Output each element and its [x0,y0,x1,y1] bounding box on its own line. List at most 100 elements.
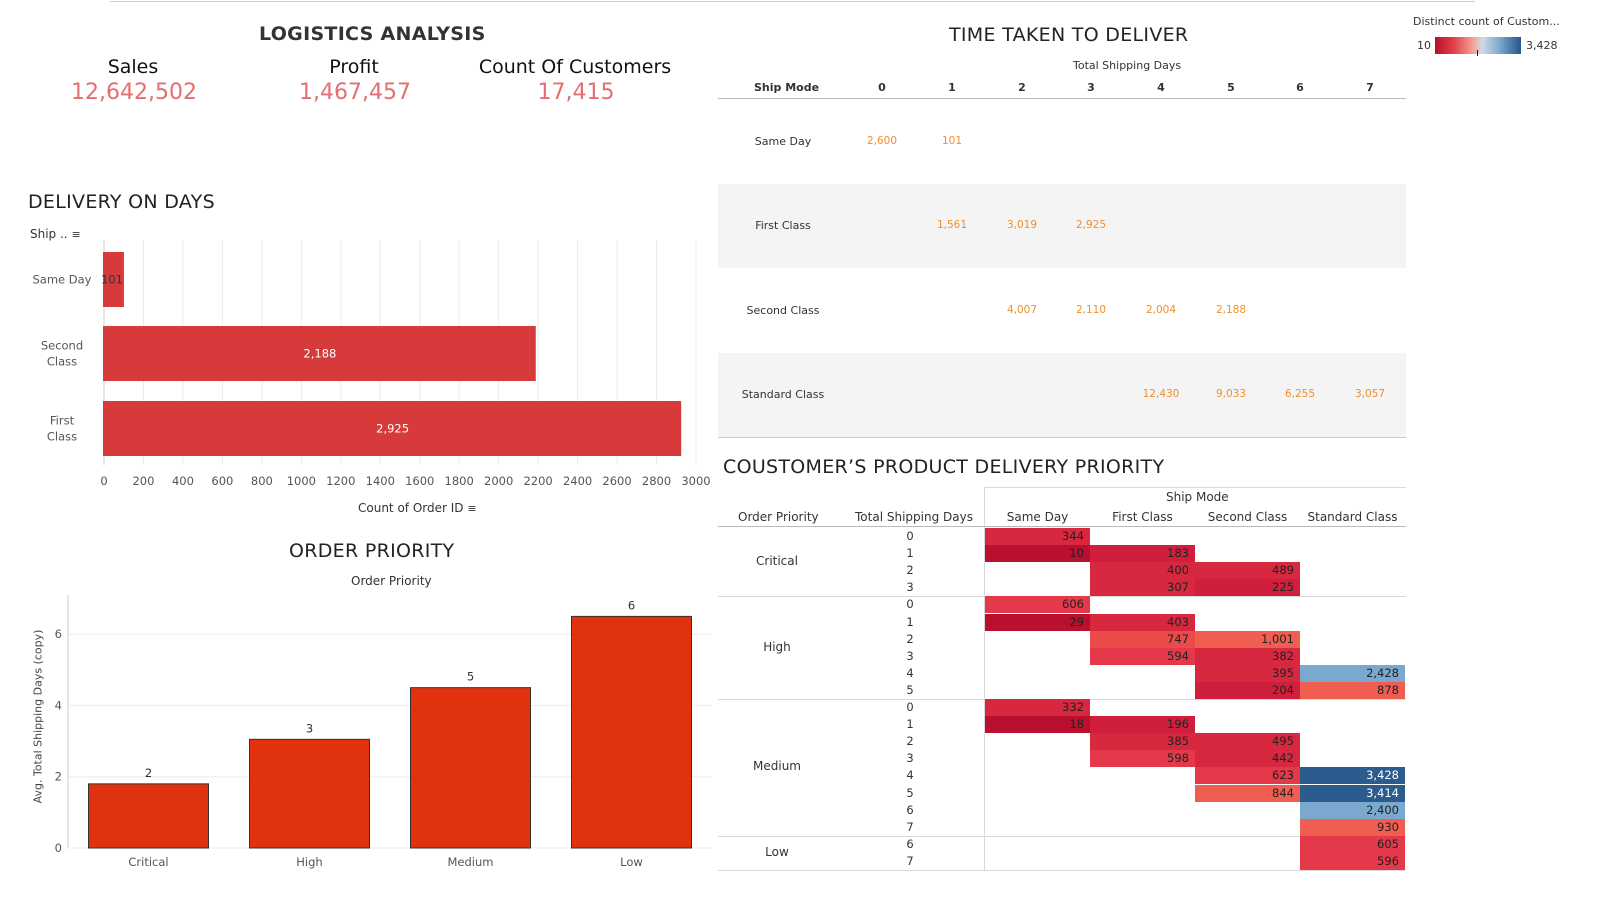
heatmap-cell[interactable]: 489 [1195,562,1300,580]
heatmap-cell[interactable]: 598 [1090,750,1195,768]
bar-value-label: 2,188 [303,347,336,361]
heatmap-cell[interactable]: 332 [985,699,1090,716]
heatmap-cell[interactable]: 307 [1090,579,1195,597]
time-taken-row-label: Same Day [754,135,812,148]
heatmap-cell[interactable]: 18 [985,716,1090,734]
time-taken-cell[interactable]: 2,600 [852,135,912,147]
time-taken-title: TIME TAKEN TO DELIVER [949,24,1189,46]
x-tick-label: 2200 [523,474,552,488]
order-priority-title: ORDER PRIORITY [289,540,455,562]
x-tick-label: 400 [172,474,194,488]
x-tick-label: 3000 [681,474,710,488]
time-taken-cell[interactable]: 2,188 [1201,304,1261,316]
heatmap-cell[interactable]: 596 [1300,852,1405,870]
kpi-customers-value: 17,415 [537,80,615,105]
time-taken-cell[interactable]: 6,255 [1270,388,1330,400]
heatmap-cell[interactable]: 183 [1090,545,1195,563]
bar-value-label: 6 [628,598,635,612]
heatmap-title: COUSTOMER’S PRODUCT DELIVERY PRIORITY [723,456,1165,478]
time-taken-cell[interactable]: 2,110 [1061,304,1121,316]
heatmap-day-label: 2 [906,563,914,578]
color-legend-bar[interactable] [1435,37,1521,54]
heatmap-cell[interactable]: 605 [1300,835,1405,853]
time-taken-cell[interactable]: 1,561 [922,219,982,231]
delivery-axis-header[interactable]: Ship .. ≡ [30,227,81,241]
y-tick-label: 4 [55,698,62,712]
bar-value-label: 2 [145,766,152,780]
heatmap-cell[interactable]: 495 [1195,733,1300,751]
heatmap-day-label: 5 [906,785,914,800]
time-taken-cell[interactable]: 3,019 [992,219,1052,231]
heatmap-cell[interactable]: 403 [1090,613,1195,631]
heatmap-cell[interactable]: 1,001 [1195,630,1300,648]
delivery-axis-header-label: Ship .. [30,227,68,241]
heatmap-day-label: 1 [906,614,914,629]
heatmap-cell[interactable]: 395 [1195,664,1300,682]
time-taken-cell[interactable]: 101 [922,135,982,147]
time-taken-cell[interactable]: 4,007 [992,304,1052,316]
heatmap-cell[interactable]: 382 [1195,647,1300,665]
heatmap-cell[interactable]: 844 [1195,784,1300,802]
heatmap-cell[interactable]: 623 [1195,767,1300,785]
legend-marker [1477,50,1478,56]
heatmap-day-label: 2 [906,734,914,749]
time-taken-cell[interactable]: 12,430 [1131,388,1191,400]
time-taken-row-label: Second Class [746,304,820,317]
heatmap-cell[interactable]: 442 [1195,750,1300,768]
kpi-profit-value: 1,467,457 [299,80,411,105]
time-taken-cell[interactable]: 3,057 [1340,388,1400,400]
x-tick-label: 2000 [484,474,513,488]
heatmap-cell[interactable]: 196 [1090,716,1195,734]
heatmap-cell[interactable]: 2,400 [1300,801,1405,819]
x-tick-label: 1400 [366,474,395,488]
time-taken-row-header: Ship Mode [754,81,820,94]
kpi-sales-label: Sales [107,56,159,78]
heatmap-cell[interactable]: 747 [1090,630,1195,648]
heatmap-cell[interactable]: 10 [985,545,1090,563]
heatmap-cell[interactable]: 385 [1090,733,1195,751]
heatmap-col-label: Same Day [1006,510,1069,524]
heatmap-cell[interactable]: 29 [985,613,1090,631]
bar-value-label: 101 [101,273,123,287]
heatmap-group-label: Medium [753,759,801,774]
bar-value-label: 3 [306,721,313,735]
heatmap-group-label: High [763,639,791,654]
time-taken-row-label: First Class [755,219,811,232]
delivery-xlabel-text: Count of Order ID [358,501,464,515]
x-tick-label: 0 [100,474,107,488]
heatmap-cell[interactable]: 2,428 [1300,664,1405,682]
heatmap-cell[interactable]: 204 [1195,681,1300,699]
x-tick-label: Critical [128,855,168,869]
heatmap-col-label: Standard Class [1307,510,1398,524]
heatmap-cell[interactable]: 606 [985,596,1090,614]
sort-icon[interactable]: ≡ [467,502,476,515]
heatmap-order-priority-header: Order Priority [738,510,819,524]
heatmap-day-label: 0 [906,529,914,543]
heatmap-cell[interactable]: 400 [1090,562,1195,580]
heatmap-ship-mode-header: Ship Mode [1166,490,1229,504]
heatmap-days-header: Total Shipping Days [855,510,973,524]
delivery-xlabel[interactable]: Count of Order ID ≡ [358,501,477,515]
x-tick-label: 200 [132,474,154,488]
dashboard-title: LOGISTICS ANALYSIS [259,23,486,45]
x-tick-label: Low [620,855,643,869]
time-taken-cell[interactable]: 2,004 [1131,304,1191,316]
time-taken-col-label: 0 [878,81,886,94]
top-divider [110,1,1475,2]
heatmap-cell[interactable]: 930 [1300,818,1405,836]
time-taken-cell[interactable]: 2,925 [1061,219,1121,231]
heatmap-day-label: 6 [906,802,914,817]
heatmap-cell[interactable]: 878 [1300,681,1405,699]
heatmap-day-label: 3 [906,751,914,766]
heatmap-cell[interactable]: 3,414 [1300,784,1405,802]
heatmap-cell[interactable]: 594 [1090,647,1195,665]
y-tick-label: Class [47,430,77,444]
heatmap-header-line [718,526,1406,527]
time-taken-cell[interactable]: 9,033 [1201,388,1261,400]
y-tick-label: 6 [55,627,62,641]
bar [571,615,692,849]
heatmap-cell[interactable]: 225 [1195,579,1300,597]
time-taken-col-label: 7 [1366,81,1374,94]
heatmap-cell[interactable]: 344 [985,528,1090,545]
heatmap-cell[interactable]: 3,428 [1300,767,1405,785]
